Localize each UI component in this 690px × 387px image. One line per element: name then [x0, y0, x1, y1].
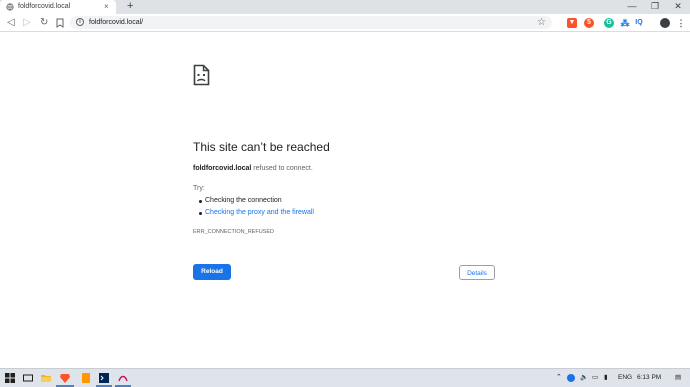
task-view-icon[interactable] [22, 372, 34, 384]
address-bar[interactable]: i foldforcovid.local/ ☆ [70, 16, 552, 29]
suggestion-item: Checking the connection [199, 197, 282, 204]
suggestion-item[interactable]: Checking the proxy and the firewall [199, 209, 314, 216]
close-window-button[interactable]: ✕ [668, 1, 688, 12]
language-indicator[interactable]: ENG [618, 373, 632, 383]
reload-button[interactable]: ↻ [40, 16, 48, 30]
back-button[interactable]: ◁ [7, 16, 15, 30]
file-explorer-icon[interactable] [40, 372, 52, 384]
rewards-badge: 5 [587, 19, 591, 26]
brave-browser-icon[interactable] [59, 372, 71, 384]
translate-icon[interactable]: ⁂ [620, 18, 630, 28]
windows-taskbar: ⌃ 🔈 ▭ ▮ ENG 6:13 PM ▤ [0, 368, 690, 387]
tab-title: foldforcovid.local [18, 3, 71, 10]
bullet [199, 212, 202, 215]
brave-rewards-icon[interactable]: 5 [584, 18, 594, 28]
brave-shield-icon[interactable]: ▼ [567, 18, 577, 28]
browser-toolbar: ◁ ▷ ↻ i foldforcovid.local/ ☆ ▼ 5 G ⁂ IQ… [0, 14, 690, 32]
network-icon[interactable]: ▭ [592, 373, 598, 383]
terminal-icon[interactable] [98, 372, 110, 384]
grammarly-icon[interactable]: G [604, 18, 614, 28]
onedrive-icon[interactable] [567, 374, 575, 382]
reload-page-button[interactable]: Reload [193, 264, 231, 280]
volume-icon[interactable]: 🔈 [580, 373, 588, 383]
globe-icon [6, 3, 14, 11]
error-host: foldforcovid.local [193, 165, 252, 172]
app-icon[interactable] [117, 372, 129, 384]
error-message: foldforcovid.local refused to connect. [193, 165, 313, 172]
forward-button[interactable]: ▷ [23, 16, 31, 30]
clock[interactable]: 6:13 PM [637, 373, 661, 383]
tab-close-icon[interactable]: × [104, 1, 109, 13]
minimize-button[interactable]: — [622, 1, 642, 12]
profile-avatar[interactable] [660, 18, 670, 28]
suggestion-proxy-link[interactable]: Checking the proxy and the firewall [205, 209, 314, 216]
bullet [199, 200, 202, 203]
site-info-icon[interactable]: i [76, 18, 84, 26]
tab-active[interactable]: foldforcovid.local × [0, 0, 116, 14]
chevron-up-icon[interactable]: ⌃ [556, 373, 562, 383]
details-button[interactable]: Details [459, 265, 495, 280]
try-label: Try: [193, 185, 205, 192]
battery-icon[interactable]: ▮ [604, 373, 608, 383]
page-content [0, 32, 690, 368]
maximize-button[interactable]: ❐ [645, 1, 665, 12]
notifications-icon[interactable]: ▤ [675, 373, 681, 383]
error-code: ERR_CONNECTION_REFUSED [193, 229, 274, 235]
tab-strip: foldforcovid.local × + — ❐ ✕ [0, 0, 690, 14]
sad-page-icon [193, 64, 210, 86]
windows-start-icon[interactable] [4, 372, 16, 384]
iq-extension-icon[interactable]: IQ [634, 18, 644, 28]
bookmark-icon[interactable] [56, 18, 64, 28]
suggestion-connection: Checking the connection [205, 197, 282, 204]
new-tab-button[interactable]: + [127, 0, 133, 13]
sublime-text-icon[interactable] [80, 372, 92, 384]
error-heading: This site can’t be reached [193, 140, 330, 154]
star-icon[interactable]: ☆ [537, 16, 546, 29]
error-message-text: refused to connect. [251, 165, 313, 172]
url-text[interactable]: foldforcovid.local/ [89, 18, 143, 27]
menu-icon[interactable]: ⋮ [676, 18, 686, 28]
